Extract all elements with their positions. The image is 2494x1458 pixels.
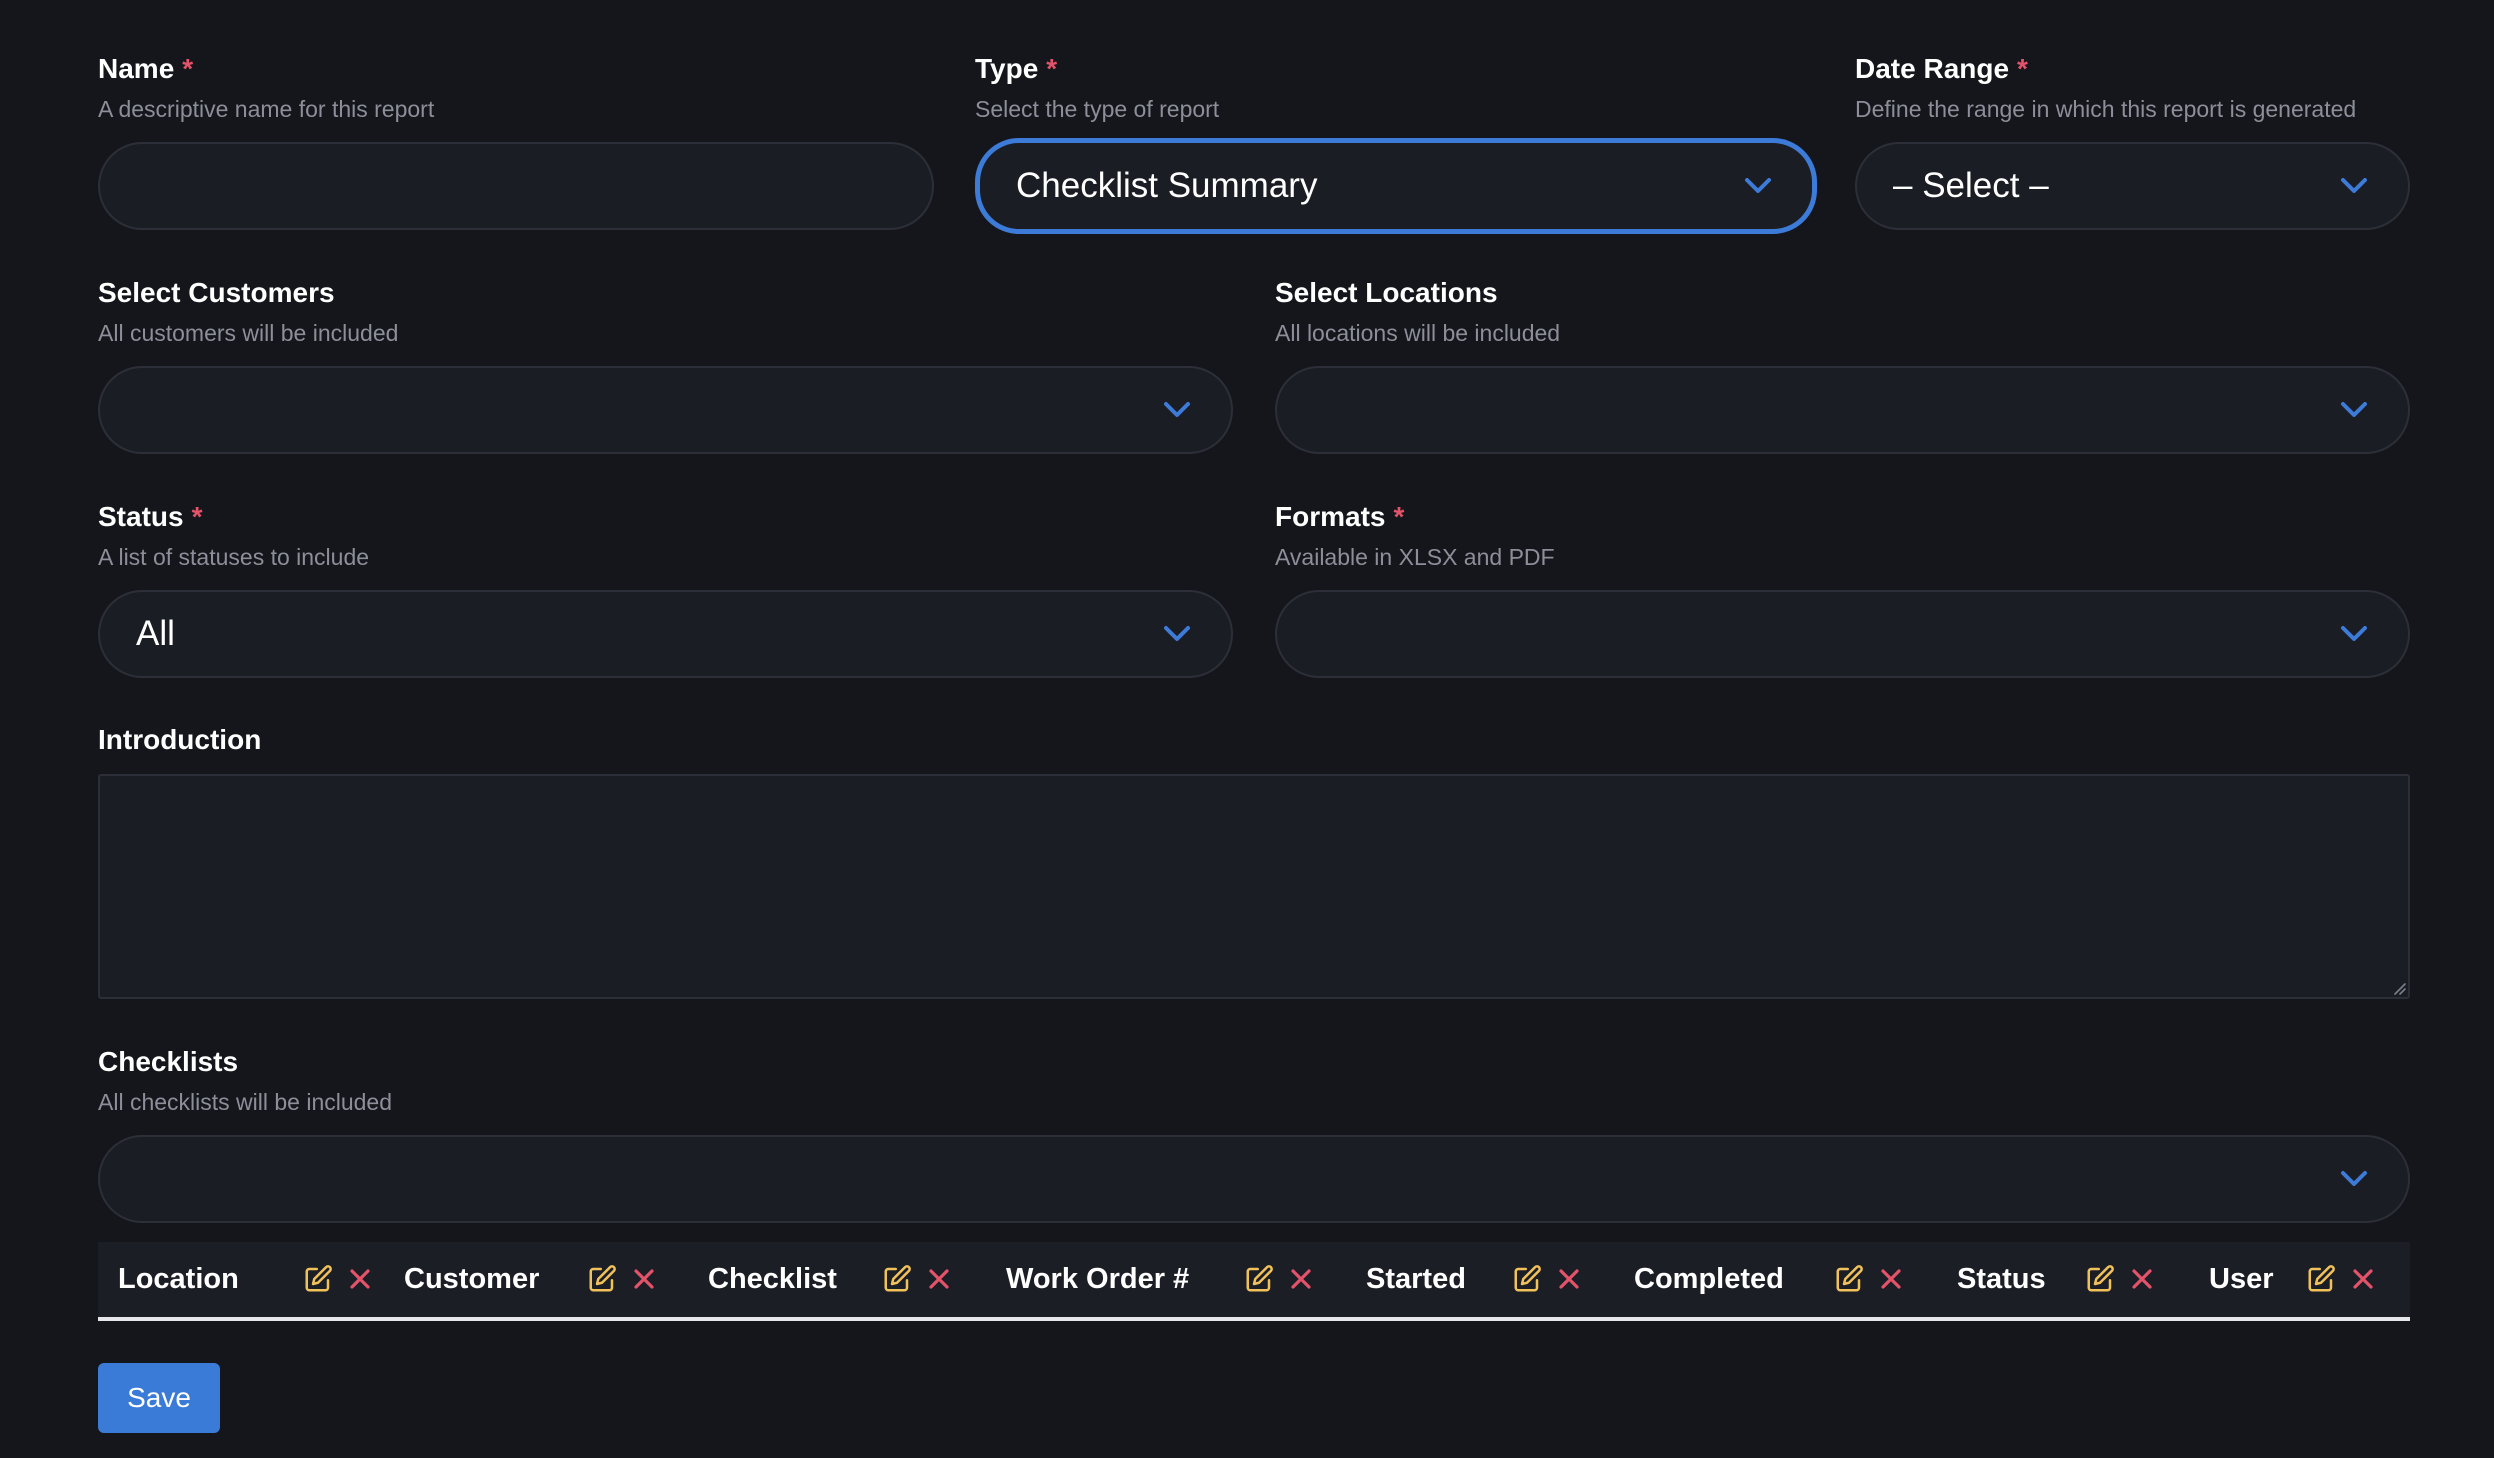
close-icon[interactable]	[927, 1267, 951, 1291]
type-field-group: Type * Select the type of report Checklis…	[975, 52, 1817, 234]
save-button[interactable]: Save	[98, 1363, 220, 1433]
resize-handle-icon[interactable]	[2392, 981, 2406, 995]
status-select[interactable]: All	[98, 590, 1233, 678]
type-label: Type	[975, 53, 1039, 84]
column-label: User	[2209, 1263, 2274, 1295]
locations-select[interactable]	[1275, 366, 2410, 454]
close-icon[interactable]	[2351, 1267, 2375, 1291]
introduction-field-group: Introduction	[98, 723, 2410, 999]
status-help-text: A list of statuses to include	[98, 544, 370, 570]
locations-help-text: All locations will be included	[1275, 320, 1561, 346]
report-form: Name * A descriptive name for this report…	[0, 0, 2494, 1458]
close-icon[interactable]	[632, 1267, 656, 1291]
column-label: Checklist	[708, 1263, 837, 1295]
column-label: Completed	[1634, 1263, 1784, 1295]
type-select-value: Checklist Summary	[1016, 166, 1318, 205]
type-select[interactable]: Checklist Summary	[975, 138, 1817, 234]
introduction-label: Introduction	[98, 724, 262, 755]
checklists-field-group: Checklists All checklists will be includ…	[98, 1045, 2410, 1225]
close-icon[interactable]	[1557, 1267, 1581, 1291]
chevron-down-icon	[2340, 401, 2368, 419]
column-label: Customer	[404, 1263, 540, 1295]
formats-help-text: Available in XLSX and PDF	[1275, 544, 1555, 570]
date-range-select[interactable]: – Select –	[1855, 142, 2410, 230]
edit-icon[interactable]	[587, 1264, 617, 1294]
edit-icon[interactable]	[1512, 1264, 1542, 1294]
chevron-down-icon	[1163, 625, 1191, 643]
chevron-down-icon	[2340, 1170, 2368, 1188]
edit-icon[interactable]	[1244, 1264, 1274, 1294]
close-icon[interactable]	[1289, 1267, 1313, 1291]
edit-icon[interactable]	[303, 1264, 333, 1294]
column-label: Work Order #	[1006, 1263, 1190, 1295]
close-icon[interactable]	[2130, 1267, 2154, 1291]
chevron-down-icon	[1163, 401, 1191, 419]
locations-field-group: Select Locations All locations will be i…	[1275, 276, 2410, 456]
locations-label: Select Locations	[1275, 277, 1498, 308]
checklists-help-text: All checklists will be included	[98, 1089, 393, 1115]
column-label: Status	[1957, 1263, 2046, 1295]
required-marker: *	[182, 53, 194, 84]
required-marker: *	[191, 501, 203, 532]
edit-icon[interactable]	[2306, 1264, 2336, 1294]
checklists-label: Checklists	[98, 1046, 239, 1077]
chevron-down-icon	[2340, 625, 2368, 643]
column-label: Started	[1366, 1263, 1466, 1295]
chevron-down-icon	[2340, 177, 2368, 195]
formats-field-group: Formats * Available in XLSX and PDF	[1275, 500, 2410, 680]
column-label: Location	[118, 1263, 239, 1295]
name-label: Name	[98, 53, 175, 84]
formats-label: Formats	[1275, 501, 1386, 532]
customers-field-group: Select Customers All customers will be i…	[98, 276, 1233, 456]
status-label: Status	[98, 501, 184, 532]
close-icon[interactable]	[1879, 1267, 1903, 1291]
status-field-group: Status * A list of statuses to include Al…	[98, 500, 1233, 680]
checklists-select[interactable]	[98, 1135, 2410, 1223]
close-icon[interactable]	[348, 1267, 372, 1291]
date-range-label: Date Range	[1855, 53, 2010, 84]
introduction-textarea[interactable]	[98, 774, 2410, 999]
status-select-value: All	[136, 614, 175, 653]
edit-icon[interactable]	[2085, 1264, 2115, 1294]
name-input[interactable]	[98, 142, 934, 230]
report-columns-bar: Location Customer Checklist Work Order #…	[98, 1242, 2410, 1321]
edit-icon[interactable]	[1834, 1264, 1864, 1294]
name-help-text: A descriptive name for this report	[98, 96, 435, 122]
date-range-select-value: – Select –	[1893, 166, 2049, 205]
required-marker: *	[1393, 501, 1405, 532]
customers-select[interactable]	[98, 366, 1233, 454]
edit-icon[interactable]	[882, 1264, 912, 1294]
formats-select[interactable]	[1275, 590, 2410, 678]
required-marker: *	[1046, 53, 1058, 84]
name-field-group: Name * A descriptive name for this report	[98, 52, 934, 232]
required-marker: *	[2017, 53, 2028, 84]
chevron-down-icon	[1744, 177, 1772, 195]
date-range-help-text: Define the range in which this report is…	[1855, 96, 2357, 122]
customers-help-text: All customers will be included	[98, 320, 399, 346]
type-help-text: Select the type of report	[975, 96, 1220, 122]
customers-label: Select Customers	[98, 277, 335, 308]
date-range-field-group: Date Range * Define the range in which th…	[1855, 52, 2410, 232]
